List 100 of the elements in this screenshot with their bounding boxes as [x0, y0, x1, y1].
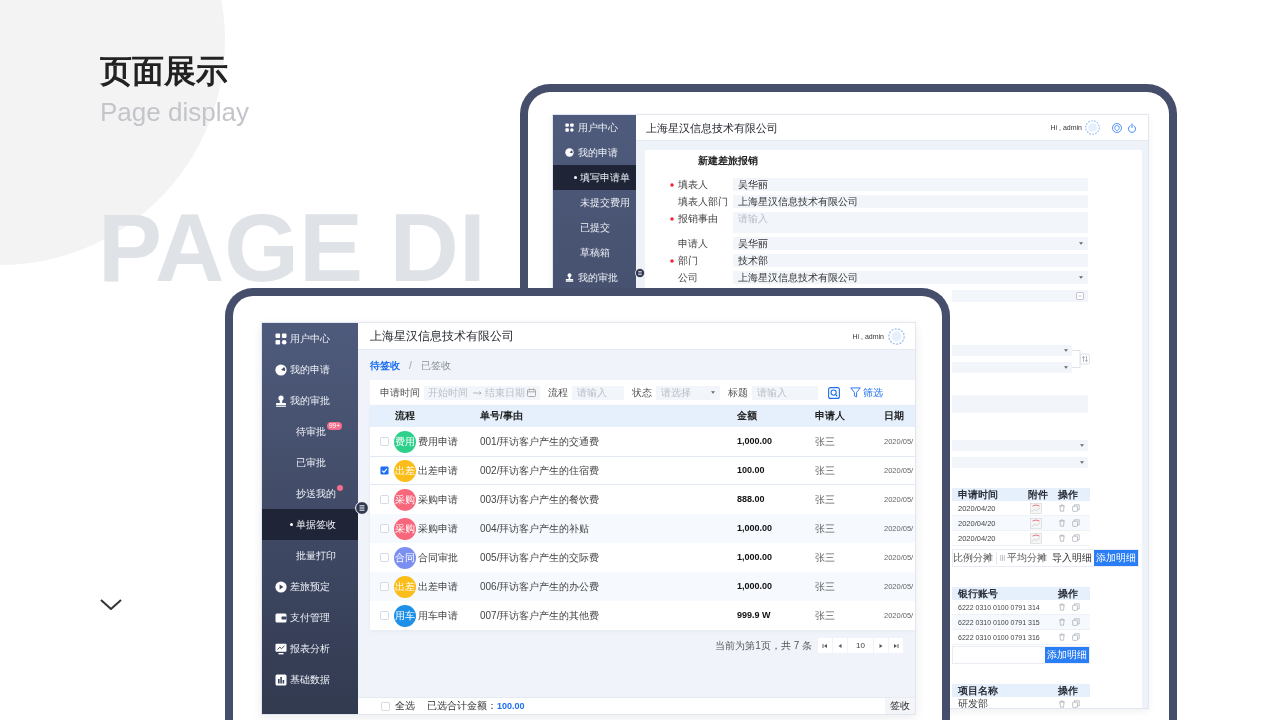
applicant-name: 张三	[815, 464, 836, 477]
reference-text: 001/拜访客户产生的交通费	[480, 435, 601, 448]
primary-button[interactable]: 添加明细	[1045, 647, 1089, 663]
sidebar-item[interactable]: 我的申请	[262, 354, 358, 385]
sidebar-item[interactable]: 我的申请	[553, 140, 636, 165]
sidebar-item[interactable]: 差旅预定	[262, 571, 358, 602]
avatar-icon[interactable]	[888, 327, 905, 345]
category-tag: 费用	[394, 430, 416, 453]
menu-icon[interactable]	[355, 501, 369, 515]
sidebar-item[interactable]: 草稿箱	[553, 240, 636, 265]
search-icon[interactable]	[828, 386, 840, 399]
checkbox[interactable]	[380, 553, 389, 562]
tab-separator: /	[409, 360, 412, 372]
bar-chart-icon	[275, 673, 287, 686]
sidebar-item[interactable]: 未提交费用	[553, 190, 636, 215]
copy-icon[interactable]	[1072, 603, 1080, 611]
sidebar-item[interactable]: 报表分析	[262, 633, 358, 664]
column-header: 日期	[884, 410, 905, 422]
sign-button[interactable]: 签收	[885, 698, 915, 714]
amount-text: 1,000.00	[737, 523, 774, 534]
filter-label: 状态	[632, 386, 652, 399]
checkbox[interactable]	[380, 495, 389, 504]
select-field[interactable]: 上海星汉信息技术有限公司	[733, 271, 1088, 284]
trash-icon[interactable]	[1058, 618, 1066, 626]
copy-icon[interactable]	[1072, 633, 1080, 641]
stamp-icon	[275, 394, 287, 407]
select-all-label[interactable]: 全选	[395, 700, 415, 712]
input-field[interactable]: 上海星汉信息技术有限公司	[733, 195, 1088, 208]
caret-icon	[1079, 242, 1083, 245]
shield-icon[interactable]	[1112, 122, 1122, 133]
select-field[interactable]	[952, 440, 1088, 451]
toolbar-button[interactable]: 导入明细	[1050, 550, 1094, 566]
copy-icon[interactable]	[1072, 618, 1080, 626]
filter-label: 申请时间	[380, 386, 420, 399]
input-field[interactable]: 吴华丽	[733, 178, 1088, 191]
pie-chart-icon	[275, 363, 287, 376]
primary-button[interactable]: 添加明细	[1094, 550, 1138, 566]
total-label: 已选合计金额：	[427, 700, 497, 712]
checkbox[interactable]	[380, 437, 389, 446]
filter-button[interactable]: 筛选	[850, 386, 883, 399]
sidebar-item[interactable]: 批量打印	[262, 540, 358, 571]
trash-icon[interactable]	[1058, 504, 1066, 512]
sidebar-item[interactable]: 我的审批	[262, 385, 358, 416]
copy-icon[interactable]	[1072, 700, 1080, 708]
sidebar-item[interactable]: 支付管理	[262, 602, 358, 633]
sidebar-item[interactable]: 基础数据	[262, 664, 358, 695]
select-field[interactable]	[952, 362, 1072, 373]
sidebar-item[interactable]: 用户中心	[553, 115, 636, 140]
copy-icon[interactable]	[1072, 534, 1080, 542]
select-field[interactable]	[952, 457, 1088, 468]
reference-text: 005/拜访客户产生的交际费	[480, 551, 601, 564]
process-name: 采购申请	[418, 493, 459, 506]
sidebar-item[interactable]: 填写申请单	[553, 165, 636, 190]
triangle-left-icon	[837, 642, 843, 649]
trash-icon[interactable]	[1058, 534, 1066, 542]
select-field[interactable]	[952, 345, 1072, 356]
checkbox[interactable]	[380, 466, 389, 475]
copy-icon[interactable]	[1072, 519, 1080, 527]
sidebar-item[interactable]: 用户中心	[262, 323, 358, 354]
checkbox[interactable]	[380, 524, 389, 533]
chevron-down-icon	[100, 599, 122, 610]
applicant-name: 张三	[815, 435, 836, 448]
caret-icon	[1079, 276, 1083, 279]
trash-icon[interactable]	[1058, 700, 1066, 708]
copy-icon[interactable]	[1072, 504, 1080, 512]
sidebar-item[interactable]: 我的审批	[553, 265, 636, 290]
field-label: 公司	[678, 271, 698, 284]
page-size-field[interactable]: 10	[848, 638, 873, 653]
image-thumbnail-icon[interactable]	[1030, 532, 1042, 544]
tab[interactable]: 待签收	[370, 360, 400, 372]
allocation-option[interactable]: 比例分摊	[953, 552, 993, 564]
next-page-button[interactable]	[874, 638, 888, 653]
bullet-icon	[290, 523, 293, 526]
column-header: 单号/事由	[480, 410, 524, 422]
image-thumbnail-icon[interactable]	[1030, 517, 1042, 529]
checkbox[interactable]	[380, 582, 389, 591]
select-field[interactable]: 吴华丽	[733, 237, 1088, 250]
input-field[interactable]: 技术部	[733, 254, 1088, 267]
last-page-button[interactable]	[889, 638, 903, 653]
menu-icon[interactable]	[635, 268, 645, 278]
category-tag: 用车	[394, 604, 416, 627]
previous-page-button[interactable]	[833, 638, 847, 653]
allocation-option[interactable]: 平均分摊	[996, 552, 1047, 564]
checkbox[interactable]	[380, 611, 389, 620]
field-label: 填表人	[678, 178, 708, 191]
date-field[interactable]	[952, 290, 1088, 302]
sidebar-item[interactable]: 抄送我的	[262, 478, 358, 509]
bars-icon	[1000, 554, 1005, 562]
trash-icon[interactable]	[1058, 603, 1066, 611]
image-thumbnail-icon[interactable]	[1030, 502, 1042, 514]
avatar-icon[interactable]	[1085, 120, 1100, 135]
power-icon[interactable]	[1127, 122, 1137, 133]
first-page-button[interactable]	[818, 638, 832, 653]
trash-icon[interactable]	[1058, 633, 1066, 641]
column-header: 附件	[1027, 488, 1049, 501]
sidebar-item[interactable]: 已审批	[262, 447, 358, 478]
sidebar-item[interactable]: 已提交	[553, 215, 636, 240]
checkbox[interactable]	[381, 701, 390, 711]
sidebar-item[interactable]: 单据签收	[262, 509, 358, 540]
trash-icon[interactable]	[1058, 519, 1066, 527]
